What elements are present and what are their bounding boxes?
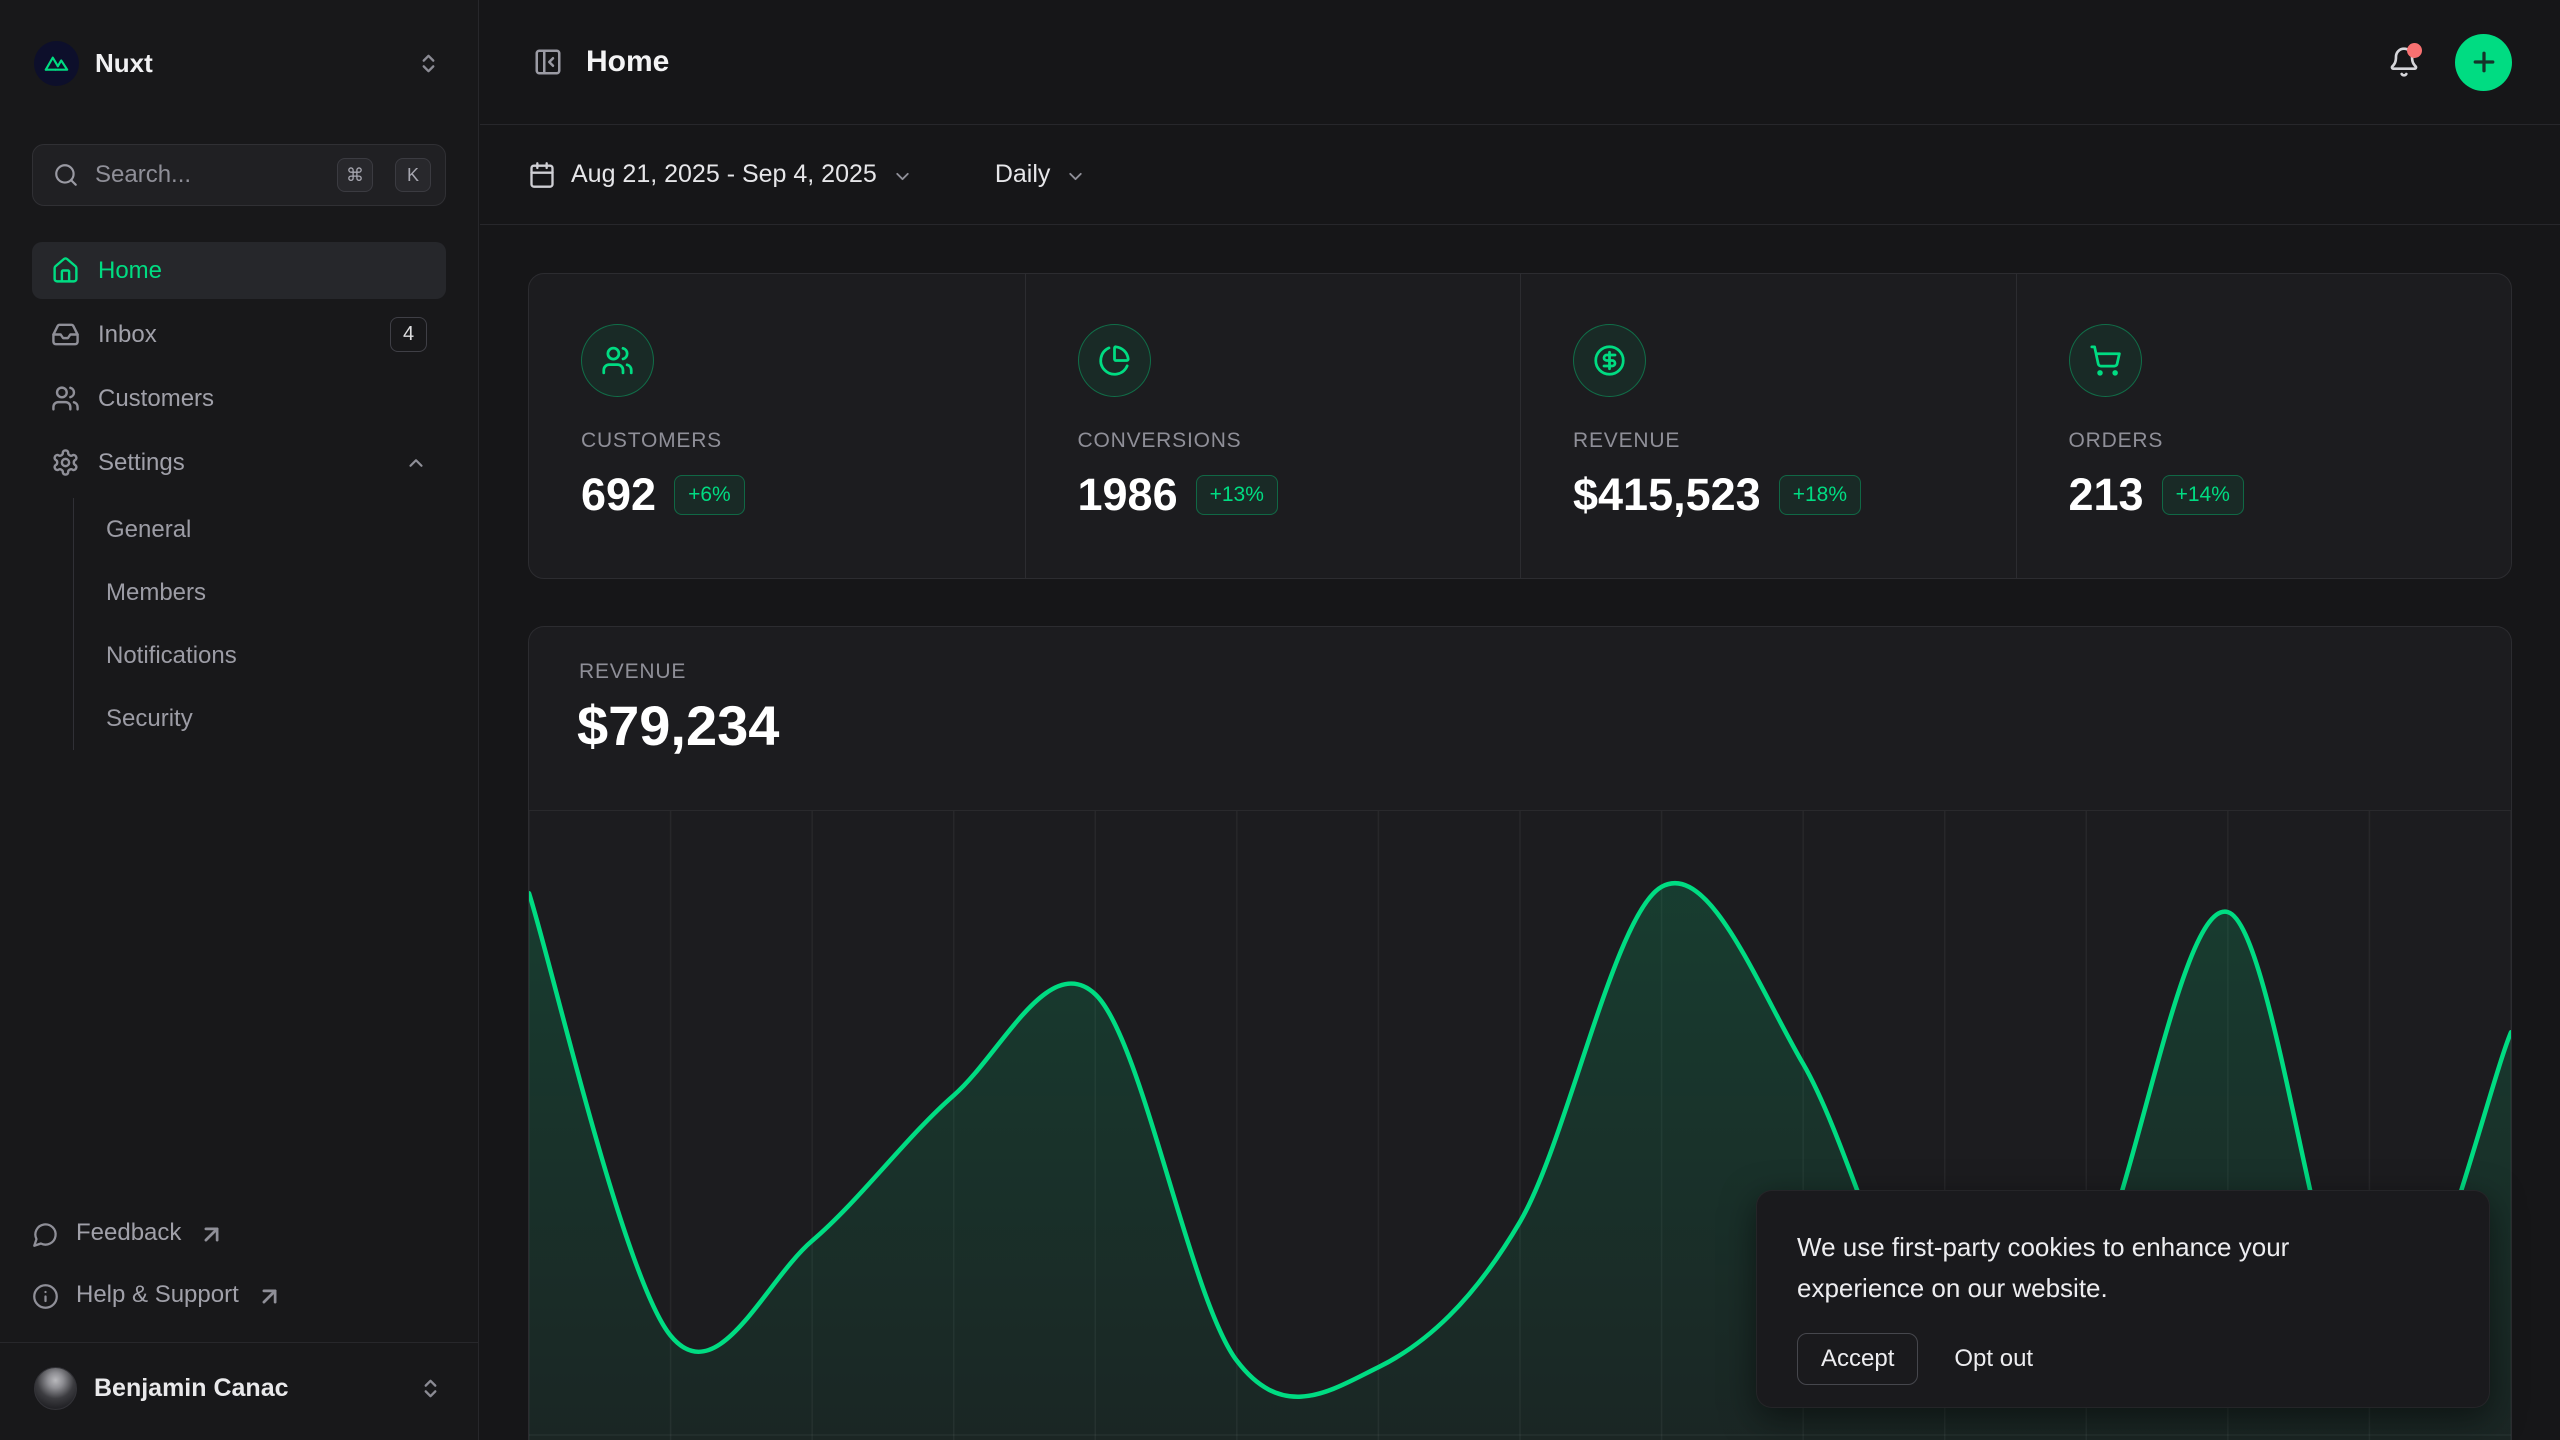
home-icon	[51, 256, 80, 285]
sidebar-item-security[interactable]: Security	[106, 687, 446, 750]
granularity-value: Daily	[995, 160, 1051, 189]
external-link-icon	[256, 1283, 283, 1310]
kbd-cmd: ⌘	[337, 158, 373, 192]
sidebar-item-members[interactable]: Members	[106, 561, 446, 624]
chevron-up-icon	[405, 452, 427, 474]
cookie-banner: We use first-party cookies to enhance yo…	[1756, 1190, 2490, 1408]
cookie-message: We use first-party cookies to enhance yo…	[1797, 1227, 2417, 1309]
stat-value: 692	[581, 469, 656, 521]
team-switcher[interactable]: Nuxt	[32, 38, 446, 88]
stat-value: 213	[2069, 469, 2144, 521]
stat-conversions[interactable]: CONVERSIONS 1986 +13%	[1025, 274, 1521, 578]
stat-label: REVENUE	[1573, 429, 2016, 453]
user-name: Benjamin Canac	[94, 1374, 402, 1403]
date-range-value: Aug 21, 2025 - Sep 4, 2025	[571, 160, 877, 189]
date-range-button[interactable]: Aug 21, 2025 - Sep 4, 2025	[528, 143, 931, 207]
info-icon	[32, 1283, 59, 1310]
search-placeholder: Search...	[95, 161, 321, 189]
inbox-icon	[51, 320, 80, 349]
user-menu[interactable]: Benjamin Canac	[32, 1343, 446, 1440]
calendar-icon	[528, 161, 556, 189]
inbox-count-badge: 4	[390, 317, 427, 352]
chevron-down-icon	[1065, 166, 1086, 187]
chevron-down-icon	[892, 166, 913, 187]
sidebar-item-settings[interactable]: Settings	[32, 434, 446, 491]
help-support-link[interactable]: Help & Support	[32, 1266, 446, 1328]
sidebar-item-inbox[interactable]: Inbox 4	[32, 306, 446, 363]
sidebar-item-label: Settings	[98, 449, 387, 477]
chevrons-up-down-icon	[419, 1377, 442, 1400]
stat-delta-badge: +13%	[1196, 475, 1278, 515]
users-icon	[51, 384, 80, 413]
sidebar-nav: Home Inbox 4 Customers Settings General …	[32, 242, 446, 750]
stat-value: $415,523	[1573, 469, 1761, 521]
sidebar-item-home[interactable]: Home	[32, 242, 446, 299]
sidebar-item-label: Customers	[98, 385, 427, 413]
page-header: Home	[480, 0, 2560, 125]
dashboard-page: Nuxt Search... ⌘ K Home Inbox 4 Customer…	[0, 0, 2560, 1440]
stat-icon-badge	[2069, 324, 2142, 397]
add-button[interactable]	[2455, 34, 2512, 91]
message-circle-icon	[32, 1221, 59, 1248]
filters-toolbar: Aug 21, 2025 - Sep 4, 2025 Daily	[480, 125, 2560, 225]
settings-subnav: General Members Notifications Security	[73, 498, 446, 750]
external-link-icon	[198, 1221, 225, 1248]
stat-icon-badge	[581, 324, 654, 397]
stat-label: CONVERSIONS	[1078, 429, 1521, 453]
sidebar-item-notifications[interactable]: Notifications	[106, 624, 446, 687]
gear-icon	[51, 448, 80, 477]
kbd-k: K	[395, 158, 431, 192]
page-title: Home	[586, 45, 669, 79]
granularity-select[interactable]: Daily	[995, 143, 1105, 207]
opt-out-button[interactable]: Opt out	[1954, 1345, 2033, 1373]
plus-icon	[2469, 47, 2499, 77]
search-icon	[53, 162, 79, 188]
stats-card-group: CUSTOMERS 692 +6% CONVERSIONS 1986 +13%	[528, 273, 2512, 579]
sidebar: Nuxt Search... ⌘ K Home Inbox 4 Customer…	[0, 0, 479, 1440]
chevrons-up-down-icon	[417, 52, 440, 75]
feedback-label: Feedback	[76, 1219, 181, 1247]
shopping-cart-icon	[2089, 344, 2122, 377]
feedback-link[interactable]: Feedback	[32, 1204, 446, 1266]
stat-icon-badge	[1573, 324, 1646, 397]
notifications-button[interactable]	[2383, 41, 2425, 83]
stat-orders[interactable]: ORDERS 213 +14%	[2016, 274, 2512, 578]
stat-delta-badge: +14%	[2162, 475, 2244, 515]
avatar	[34, 1367, 77, 1410]
sidebar-item-label: Home	[98, 257, 427, 285]
sidebar-item-label: Inbox	[98, 321, 372, 349]
stat-revenue[interactable]: REVENUE $415,523 +18%	[1520, 274, 2016, 578]
dollar-circle-icon	[1593, 344, 1626, 377]
panel-left-close-icon	[533, 47, 563, 77]
sidebar-item-customers[interactable]: Customers	[32, 370, 446, 427]
stat-icon-badge	[1078, 324, 1151, 397]
stat-delta-badge: +18%	[1779, 475, 1861, 515]
stat-delta-badge: +6%	[674, 475, 745, 515]
search-input[interactable]: Search... ⌘ K	[32, 144, 446, 206]
sidebar-toggle-button[interactable]	[528, 42, 568, 82]
team-name: Nuxt	[95, 48, 401, 79]
revenue-chart-value: $79,234	[577, 693, 779, 758]
pie-chart-icon	[1098, 344, 1131, 377]
accept-button[interactable]: Accept	[1797, 1333, 1918, 1385]
stat-customers[interactable]: CUSTOMERS 692 +6%	[529, 274, 1025, 578]
revenue-chart-label: REVENUE	[579, 660, 686, 684]
users-icon	[601, 344, 634, 377]
stat-label: ORDERS	[2069, 429, 2512, 453]
stat-label: CUSTOMERS	[581, 429, 1025, 453]
sidebar-footer: Feedback Help & Support Benjamin Canac	[32, 1204, 446, 1440]
stat-value: 1986	[1078, 469, 1178, 521]
nuxt-logo-icon	[34, 41, 79, 86]
help-support-label: Help & Support	[76, 1281, 239, 1309]
notification-dot	[2407, 43, 2422, 58]
sidebar-item-general[interactable]: General	[106, 498, 446, 561]
